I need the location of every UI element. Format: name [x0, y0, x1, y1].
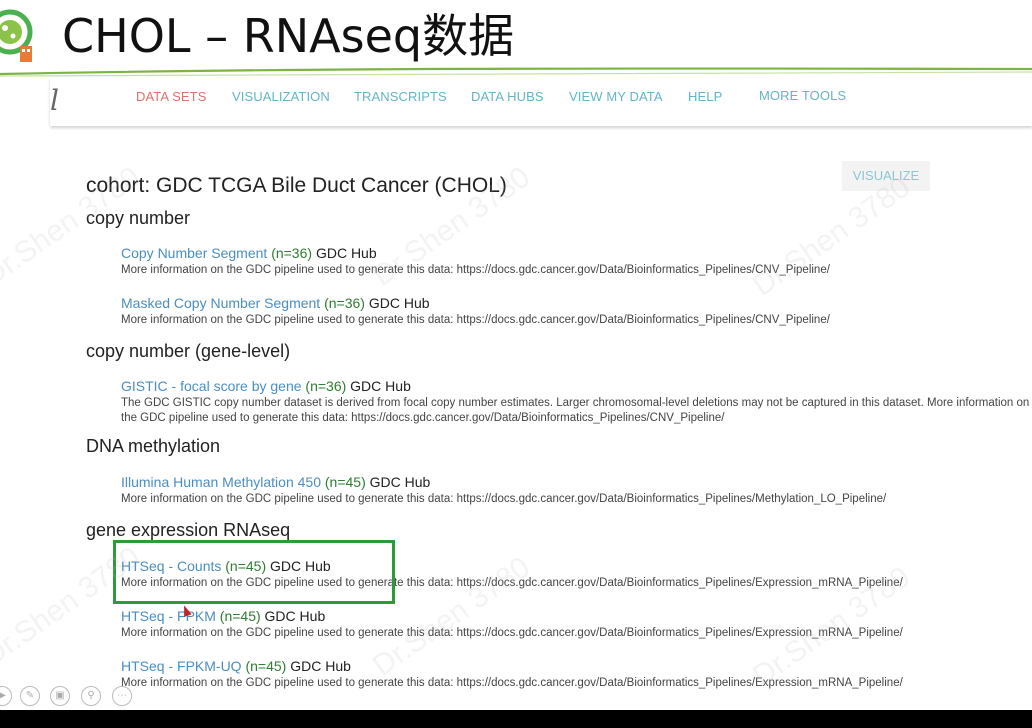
dataset-link[interactable]: Masked Copy Number Segment [121, 295, 320, 311]
left-strip [0, 126, 50, 710]
title-underline [0, 67, 1032, 77]
dataset-count: (n=36) [305, 378, 347, 394]
section-heading: DNA methylation [86, 436, 221, 456]
nav-help[interactable]: HELP [688, 89, 722, 104]
highlight-box [113, 540, 395, 604]
visualize-button[interactable]: VISUALIZE [842, 161, 930, 191]
dataset-link[interactable]: Illumina Human Methylation 450 [121, 474, 321, 490]
play-icon[interactable]: ▶ [0, 686, 12, 706]
dataset-count: (n=36) [271, 245, 313, 261]
section-heading: copy number (gene-level) [86, 341, 291, 361]
section-heading: copy number [86, 208, 191, 228]
dataset-count: (n=45) [245, 658, 287, 674]
dataset-count: (n=36) [324, 295, 365, 311]
section-heading: gene expression RNAseq [86, 520, 291, 540]
pen-icon[interactable]: ✎ [20, 686, 40, 706]
zoom-icon[interactable]: ⚲ [81, 686, 101, 706]
cohort-title: cohort: GDC TCGA Bile Duct Cancer (CHOL) [86, 174, 507, 197]
nav-data-hubs[interactable]: DATA HUBS [471, 89, 544, 104]
dataset-count: (n=45) [324, 474, 366, 490]
nav-transcripts[interactable]: TRANSCRIPTS [354, 89, 447, 104]
more-icon[interactable]: ⋯ [112, 686, 132, 706]
dataset-description: More information on the GDC pipeline use… [121, 493, 887, 505]
top-nav: l DATA SETS VISUALIZATION TRANSCRIPTS DA… [50, 78, 1032, 126]
dataset-hub: GDC Hub [369, 474, 431, 490]
copy-icon[interactable]: ▣ [50, 686, 70, 706]
dataset-description: More information on the GDC pipeline use… [121, 677, 903, 689]
dataset-hub: GDC Hub [315, 245, 377, 261]
dataset-description: More information on the GDC pipeline use… [121, 314, 830, 326]
dataset-item: Masked Copy Number Segment (n=36) GDC Hu… [121, 294, 1032, 328]
dataset-hub: GDC Hub [264, 608, 326, 624]
dataset-link[interactable]: HTSeq - FPKM [121, 608, 216, 624]
nav-more-tools[interactable]: MORE TOOLS [759, 88, 846, 103]
dataset-link[interactable]: HTSeq - FPKM-UQ [121, 658, 242, 674]
dataset-hub: GDC Hub [350, 378, 411, 394]
bottom-black-bar [0, 710, 1032, 728]
dataset-item: GISTIC - focal score by gene (n=36) GDC … [121, 377, 1032, 426]
dataset-link[interactable]: GISTIC - focal score by gene [121, 378, 302, 394]
slide-header: CHOL – RNAseq数据 [0, 0, 1032, 77]
nav-visualization[interactable]: VISUALIZATION [232, 89, 330, 104]
slide-title: CHOL – RNAseq数据 [62, 9, 515, 63]
dataset-item: HTSeq - FPKM (n=45) GDC Hub More informa… [121, 607, 1032, 641]
nav-view-my-data[interactable]: VIEW MY DATA [569, 89, 663, 104]
dataset-description: More information on the GDC pipeline use… [121, 627, 903, 639]
dataset-description: The GDC GISTIC copy number dataset is de… [121, 397, 1030, 424]
dataset-item: Copy Number Segment (n=36) GDC Hub More … [121, 244, 1032, 278]
dataset-item: HTSeq - FPKM-UQ (n=45) GDC Hub More info… [121, 657, 1032, 691]
dataset-hub: GDC Hub [368, 295, 430, 311]
player-controls: ▶ ✎ ▣ ⚲ ⋯ [0, 680, 140, 710]
logo-icon [0, 9, 33, 62]
nav-data-sets[interactable]: DATA SETS [136, 89, 207, 104]
xena-logo[interactable]: l [50, 84, 59, 117]
dataset-description: More information on the GDC pipeline use… [121, 264, 830, 276]
dataset-link[interactable]: Copy Number Segment [121, 245, 267, 261]
dataset-list: VISUALIZE cohort: GDC TCGA Bile Duct Can… [50, 138, 1032, 710]
dataset-hub: GDC Hub [290, 658, 351, 674]
dataset-item: Illumina Human Methylation 450 (n=45) GD… [121, 473, 1032, 507]
dataset-count: (n=45) [219, 608, 261, 624]
